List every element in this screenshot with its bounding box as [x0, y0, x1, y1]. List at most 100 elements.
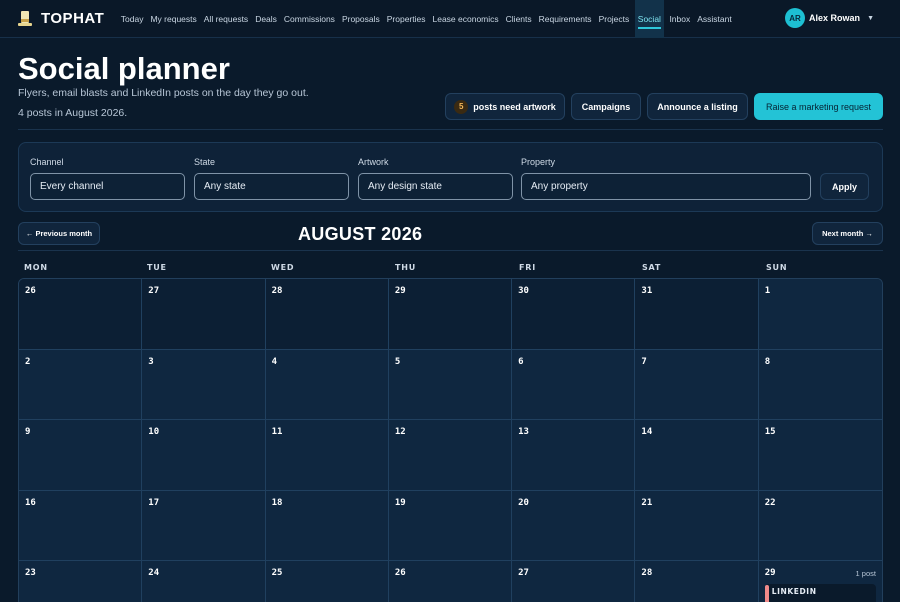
calendar-day-cell[interactable]: 27 — [142, 279, 266, 350]
day-number: 29 — [394, 286, 406, 296]
calendar-day-cell[interactable]: 3 — [142, 349, 266, 420]
channel-filter-label: Channel — [30, 157, 64, 167]
calendar-day-cell[interactable]: 1 — [758, 279, 882, 350]
calendar-day-cell[interactable]: 19 — [388, 490, 513, 561]
day-number: 31 — [641, 286, 653, 296]
calendar-day-cell[interactable]: 25 — [265, 561, 389, 602]
nav-link-deals[interactable]: Deals — [252, 0, 281, 38]
day-number: 30 — [518, 286, 529, 296]
day-number: 29 — [764, 568, 776, 578]
property-filter-select[interactable]: Any property — [521, 173, 811, 200]
calendar-day-cell[interactable]: 11 — [265, 420, 389, 491]
nav-link-projects[interactable]: Projects — [595, 0, 633, 38]
nav-link-all-requests[interactable]: All requests — [200, 0, 251, 38]
channel-filter-select[interactable]: Every channel — [30, 173, 185, 200]
calendar-day-cell[interactable]: 14 — [635, 420, 759, 491]
nav-link-clients[interactable]: Clients — [502, 0, 535, 38]
day-number: 26 — [25, 286, 36, 296]
calendar-day-cell[interactable]: 20 — [512, 490, 636, 561]
user-name: Alex Rowan — [809, 13, 861, 23]
calendar-day-cell[interactable]: 26 — [388, 561, 513, 602]
calendar-grid: 26 27 28 29 30 31 1 2 3 4 5 6 7 8 9 10 11 12 13 14 15 16 17 18 1… — [18, 278, 883, 602]
calendar-day-cell[interactable]: 2 — [19, 349, 143, 420]
calendar-day-cell[interactable]: 17 — [142, 490, 266, 561]
calendar-day-cell[interactable]: 29 — [388, 279, 513, 350]
weekday-sun: SUN — [766, 263, 788, 272]
page-subtitle: Flyers, email blasts and LinkedIn posts … — [18, 87, 309, 99]
calendar-day-cell[interactable]: 4 — [265, 349, 389, 420]
calendar-day-cell[interactable]: 27 — [512, 561, 636, 602]
day-number: 2 — [25, 356, 31, 367]
next-month-button[interactable]: Next month → — [812, 222, 883, 245]
calendar-day-cell[interactable]: 12 — [388, 420, 513, 491]
nav-link-my-requests[interactable]: My requests — [147, 0, 200, 38]
calendar-day-cell[interactable]: 8 — [758, 349, 882, 420]
previous-month-button[interactable]: ← Previous month — [18, 222, 100, 245]
calendar-day-cell[interactable]: 29 1 post LINKEDIN — [758, 561, 882, 602]
state-filter-select[interactable]: Any state — [194, 173, 349, 200]
nav-link-proposals[interactable]: Proposals — [338, 0, 383, 38]
artwork-count-badge: 5 — [454, 99, 469, 114]
weekday-mon: MON — [24, 263, 48, 272]
calendar-day-cell[interactable]: 15 — [758, 420, 882, 491]
nav-links: Today My requests All requests Deals Commiss… — [117, 0, 735, 38]
post-chip[interactable]: LINKEDIN — [764, 584, 876, 602]
needs-artwork-label: posts need artwork — [473, 101, 556, 112]
day-number: 17 — [148, 497, 160, 508]
nav-link-today[interactable]: Today — [117, 0, 147, 38]
calendar-day-cell[interactable]: 7 — [635, 349, 759, 420]
apply-filters-button[interactable]: Apply — [820, 173, 869, 200]
weekday-tue: TUE — [147, 263, 167, 272]
announce-listing-button[interactable]: Announce a listing — [647, 93, 748, 120]
calendar-day-cell[interactable]: 28 — [635, 561, 759, 602]
calendar-day-cell[interactable]: 23 — [19, 561, 143, 602]
nav-link-social[interactable]: Social — [634, 0, 664, 38]
calendar-day-cell[interactable]: 18 — [265, 490, 389, 561]
weekday-wed: WED — [271, 263, 295, 272]
day-number: 6 — [518, 356, 524, 367]
calendar-day-cell[interactable]: 6 — [512, 349, 636, 420]
calendar-day-cell[interactable]: 16 — [19, 490, 143, 561]
day-number: 14 — [641, 427, 653, 437]
state-filter-label: State — [194, 157, 216, 167]
calendar-day-cell[interactable]: 26 — [19, 279, 143, 350]
calendar-day-cell[interactable]: 9 — [19, 420, 143, 491]
weekday-fri: FRI — [519, 263, 537, 272]
calendar-day-cell[interactable]: 31 — [635, 279, 759, 350]
brand[interactable]: TOPHAT — [18, 10, 104, 27]
calendar-day-cell[interactable]: 30 — [512, 279, 636, 350]
artwork-filter-select[interactable]: Any design state — [358, 173, 513, 200]
nav-link-properties[interactable]: Properties — [383, 0, 429, 38]
calendar-day-cell[interactable]: 21 — [635, 490, 759, 561]
calendar-day-cell[interactable]: 24 — [142, 561, 266, 602]
day-number: 28 — [641, 568, 653, 578]
day-number: 8 — [764, 356, 771, 367]
raise-marketing-request-button[interactable]: Raise a marketing request — [754, 93, 883, 120]
nav-link-assistant[interactable]: Assistant — [694, 0, 736, 38]
calendar-day-cell[interactable]: 5 — [388, 349, 513, 420]
day-number: 27 — [148, 286, 160, 296]
day-number: 11 — [271, 427, 283, 437]
nav-link-commissions[interactable]: Commissions — [280, 0, 338, 38]
nav-link-requirements[interactable]: Requirements — [535, 0, 595, 38]
day-number: 24 — [148, 568, 160, 578]
weekday-thu: THU — [395, 263, 417, 272]
calendar-divider — [18, 250, 883, 251]
needs-artwork-button[interactable]: 5 posts need artwork — [445, 93, 565, 120]
user-menu[interactable]: AR Alex Rowan ▼ — [785, 8, 874, 28]
calendar-day-cell[interactable]: 10 — [142, 420, 266, 491]
day-number: 13 — [518, 427, 529, 437]
calendar-day-cell[interactable]: 13 — [512, 420, 636, 491]
property-filter-label: Property — [521, 157, 556, 167]
day-number: 16 — [25, 497, 36, 508]
tophat-logo-icon — [18, 10, 32, 27]
nav-link-lease-economics[interactable]: Lease economics — [429, 0, 502, 38]
day-number: 19 — [394, 497, 406, 508]
calendar-day-cell[interactable]: 28 — [265, 279, 389, 350]
day-number: 23 — [25, 568, 36, 578]
campaigns-button[interactable]: Campaigns — [571, 93, 641, 120]
nav-link-inbox[interactable]: Inbox — [666, 0, 694, 38]
day-number: 7 — [641, 356, 647, 367]
calendar-day-cell[interactable]: 22 — [758, 490, 882, 561]
channel-color-marker — [764, 585, 769, 602]
